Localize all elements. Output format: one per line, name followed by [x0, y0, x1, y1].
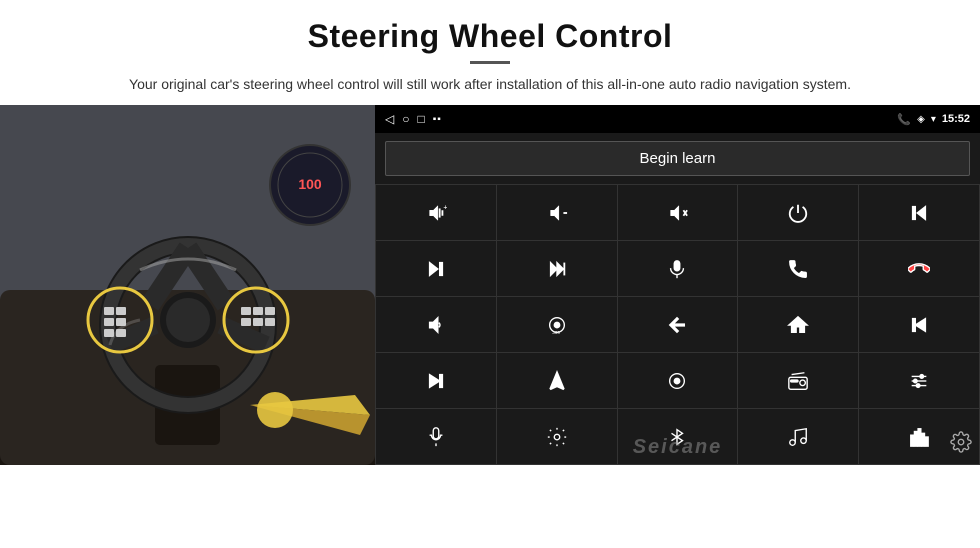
status-bar-right: 📞 ◈ ▾ 15:52: [897, 113, 970, 126]
radio-button[interactable]: [738, 353, 858, 408]
begin-learn-button[interactable]: Begin learn: [385, 141, 970, 176]
subtitle-text: Your original car's steering wheel contr…: [60, 74, 920, 95]
fast-fwd-button[interactable]: [497, 241, 617, 296]
mic-button[interactable]: [618, 241, 738, 296]
android-panel: ◁ ○ □ ▪▪ 📞 ◈ ▾ 15:52 Begin learn: [375, 105, 980, 465]
bluetooth-button[interactable]: [618, 409, 738, 464]
next-track-button[interactable]: [376, 241, 496, 296]
page-title: Steering Wheel Control: [60, 18, 920, 55]
location-status-icon: ◈: [917, 114, 925, 125]
skip-next2-button[interactable]: [376, 353, 496, 408]
back-nav-button[interactable]: [618, 297, 738, 352]
begin-learn-row: Begin learn: [375, 133, 980, 184]
page-wrapper: Steering Wheel Control Your original car…: [0, 0, 980, 548]
status-time: 15:52: [942, 113, 970, 125]
camera360-button[interactable]: 360°: [497, 297, 617, 352]
controls-grid: +: [375, 184, 980, 465]
equalizer-button[interactable]: [859, 353, 979, 408]
home-nav-icon[interactable]: ○: [402, 112, 409, 126]
media-source-button[interactable]: [618, 353, 738, 408]
vol-down-button[interactable]: [497, 185, 617, 240]
hang-up-button[interactable]: [859, 241, 979, 296]
svg-text:360°: 360°: [552, 330, 562, 335]
music-button[interactable]: [738, 409, 858, 464]
car-image-panel: 100: [0, 105, 375, 465]
prev-track-button[interactable]: [859, 185, 979, 240]
signal-bars: ▪▪: [433, 114, 442, 125]
mute-button[interactable]: [618, 185, 738, 240]
content-area: 100 ◁ ○ □ ▪▪ 📞 ◈ ▾: [0, 105, 980, 548]
title-divider: [470, 61, 510, 64]
recents-nav-icon[interactable]: □: [417, 112, 424, 126]
navigate-button[interactable]: [497, 353, 617, 408]
phone-call-button[interactable]: [738, 241, 858, 296]
phone-status-icon: 📞: [897, 113, 911, 126]
status-bar: ◁ ○ □ ▪▪ 📞 ◈ ▾ 15:52: [375, 105, 980, 133]
power-button[interactable]: [738, 185, 858, 240]
home-nav-button[interactable]: [738, 297, 858, 352]
svg-text:100: 100: [298, 176, 322, 192]
settings-gear-icon[interactable]: [950, 431, 972, 459]
settings3-button[interactable]: [497, 409, 617, 464]
vol-up-button[interactable]: +: [376, 185, 496, 240]
wifi-status-icon: ▾: [931, 114, 936, 125]
speaker-button[interactable]: [376, 297, 496, 352]
skip-back2-button[interactable]: [859, 297, 979, 352]
mic2-button[interactable]: [376, 409, 496, 464]
status-bar-left: ◁ ○ □ ▪▪: [385, 112, 442, 126]
back-nav-icon[interactable]: ◁: [385, 112, 394, 126]
svg-text:+: +: [443, 202, 447, 211]
header-section: Steering Wheel Control Your original car…: [0, 0, 980, 105]
